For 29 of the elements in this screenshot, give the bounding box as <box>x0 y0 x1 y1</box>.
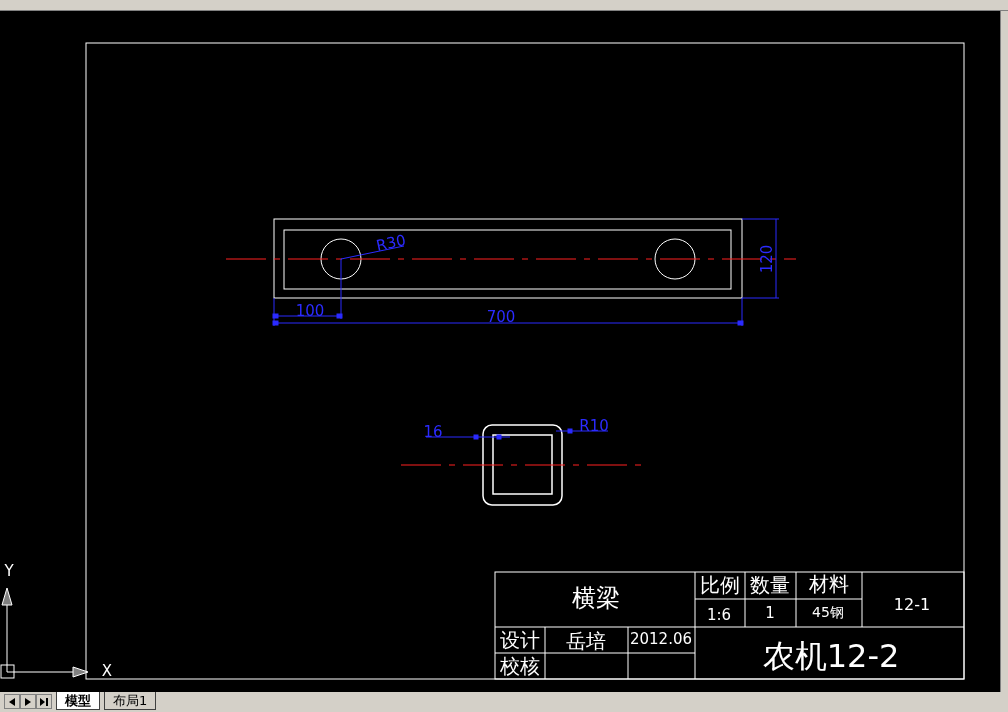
dimension-label: R10 <box>579 417 609 435</box>
checker-label: 校核 <box>500 654 540 678</box>
material-value: 45钢 <box>812 604 844 620</box>
dimension-label: 16 <box>423 423 443 441</box>
dimension-label: 700 <box>486 308 516 326</box>
quantity-label: 数量 <box>750 573 790 597</box>
designer-label: 设计 <box>500 628 540 652</box>
scale-value: 1:6 <box>706 606 732 624</box>
skip-end-icon <box>40 697 48 706</box>
dimension-label: 100 <box>295 302 325 320</box>
next-tab-button[interactable] <box>20 694 36 709</box>
scale-label: 比例 <box>700 573 740 597</box>
right-triangle-icon <box>25 697 31 706</box>
drawing-number: 12-1 <box>893 594 931 614</box>
x-axis-label: X <box>101 662 113 680</box>
layout-tab[interactable]: 模型 <box>56 692 100 710</box>
material-label: 材料 <box>809 572 849 596</box>
part-name: 横梁 <box>572 584 620 612</box>
dimension-label: R30 <box>374 231 408 255</box>
left-triangle-icon <box>9 697 15 706</box>
last-tab-button[interactable] <box>36 694 52 709</box>
designer-name: 岳培 <box>566 629 606 653</box>
y-axis-label: Y <box>4 562 14 580</box>
design-date: 2012.06 <box>630 630 692 648</box>
previous-tab-button[interactable] <box>4 694 20 709</box>
dimension-label: 120 <box>758 244 776 274</box>
quantity-value: 1 <box>765 604 775 622</box>
layout-tab[interactable]: 布局1 <box>104 692 157 710</box>
project-name: 农机12-2 <box>762 637 900 675</box>
